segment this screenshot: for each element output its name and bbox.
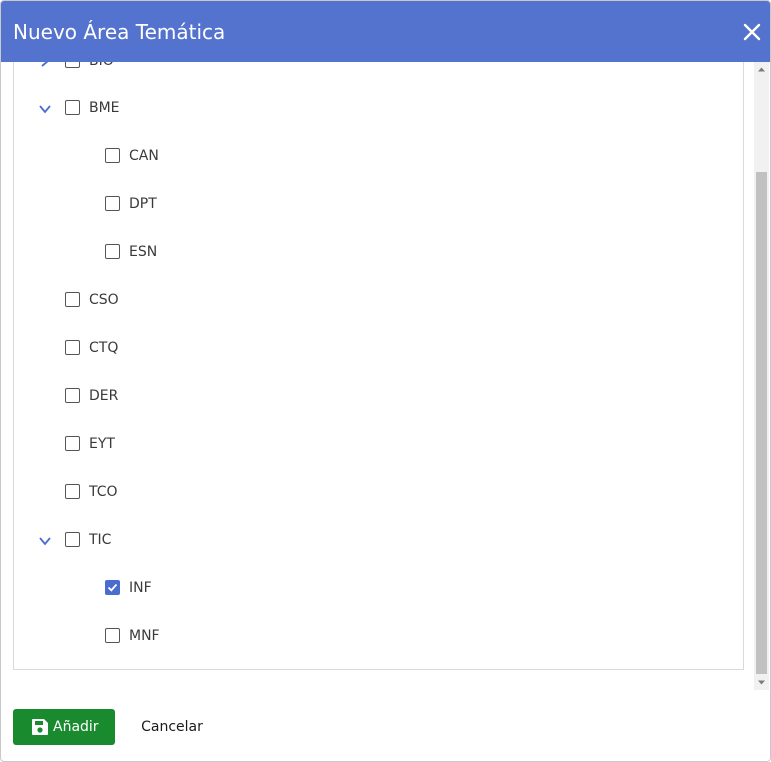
scrollbar-thumb[interactable] bbox=[756, 172, 767, 674]
dialog: Nuevo Área Temática BIO BME CAN bbox=[0, 0, 771, 762]
close-button[interactable] bbox=[741, 21, 763, 43]
check-icon bbox=[107, 583, 118, 592]
tree-item-checkbox[interactable] bbox=[105, 196, 120, 211]
tree-item-checkbox[interactable] bbox=[65, 436, 80, 451]
tree-item-checkbox[interactable] bbox=[65, 340, 80, 355]
tree-item-label: BME bbox=[89, 100, 120, 116]
tree-item-checkbox[interactable] bbox=[105, 580, 120, 595]
add-button[interactable]: Añadir bbox=[13, 709, 115, 745]
tree-item-label: DPT bbox=[129, 196, 157, 212]
dialog-header: Nuevo Área Temática bbox=[1, 1, 770, 62]
tree-item-label: CSO bbox=[89, 292, 119, 308]
tree-item-label: EYT bbox=[89, 436, 115, 452]
tree-item-label: DER bbox=[89, 388, 119, 404]
close-icon bbox=[743, 23, 761, 41]
tree-item-checkbox[interactable] bbox=[65, 388, 80, 403]
tree-item-label: TCO bbox=[89, 484, 118, 500]
tree-item-checkbox[interactable] bbox=[65, 292, 80, 307]
tree-item-label: ESN bbox=[129, 244, 158, 260]
tree-item-label: INF bbox=[129, 580, 152, 596]
add-button-label: Añadir bbox=[53, 719, 99, 735]
chevron-down-icon[interactable] bbox=[38, 534, 52, 548]
tree-item-checkbox[interactable] bbox=[65, 62, 80, 68]
dialog-title: Nuevo Área Temática bbox=[13, 20, 226, 44]
tree-item-checkbox[interactable] bbox=[65, 100, 80, 115]
chevron-right-icon[interactable] bbox=[38, 62, 52, 68]
tree-item-checkbox[interactable] bbox=[105, 244, 120, 259]
vertical-scrollbar[interactable] bbox=[754, 62, 769, 690]
tree-item-label: CTQ bbox=[89, 340, 119, 356]
scroll-up-arrow-icon[interactable] bbox=[754, 62, 769, 77]
cancel-button[interactable]: Cancelar bbox=[129, 709, 215, 745]
scroll-down-arrow-icon[interactable] bbox=[754, 675, 769, 690]
chevron-down-icon[interactable] bbox=[38, 102, 52, 116]
save-icon bbox=[32, 719, 48, 735]
tree-item-checkbox[interactable] bbox=[105, 628, 120, 643]
tree-item-checkbox[interactable] bbox=[105, 148, 120, 163]
tree-item-label: TIC bbox=[89, 532, 112, 548]
tree-item-label: MNF bbox=[129, 628, 160, 644]
tree-item-checkbox[interactable] bbox=[65, 532, 80, 547]
tree-item-label: BIO bbox=[89, 62, 114, 73]
tree-panel: BIO BME CAN DPT ESN CSO bbox=[13, 62, 744, 670]
tree-item-label: CAN bbox=[129, 148, 159, 164]
tree-item-checkbox[interactable] bbox=[65, 484, 80, 499]
